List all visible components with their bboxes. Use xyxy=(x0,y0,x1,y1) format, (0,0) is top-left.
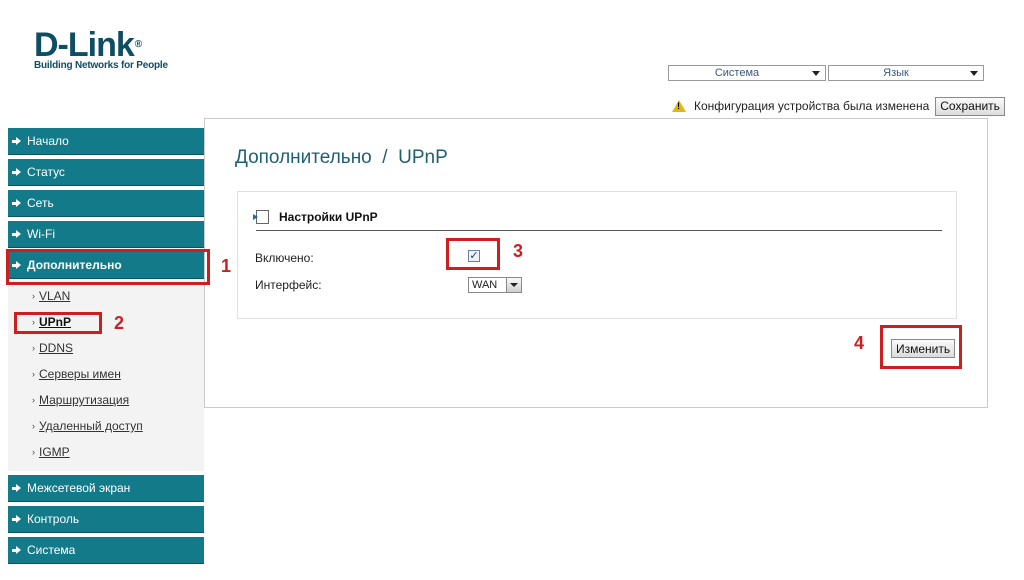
system-select[interactable]: Система xyxy=(668,65,826,81)
submenu-item-dns-servers[interactable]: › Серверы имен xyxy=(8,361,204,387)
sidebar-item-label: Начало xyxy=(27,134,69,148)
chevron-down-icon xyxy=(970,71,978,76)
sidebar-item-wifi[interactable]: Wi-Fi xyxy=(8,221,204,248)
submenu-item-remote-access[interactable]: › Удаленный доступ xyxy=(8,413,204,439)
notice-text: Конфигурация устройства была изменена xyxy=(694,99,930,113)
sidebar-item-network[interactable]: Сеть xyxy=(8,190,204,217)
sidebar-item-status[interactable]: Статус xyxy=(8,159,204,186)
sidebar-item-label: Контроль xyxy=(27,512,80,526)
submenu-item-igmp[interactable]: › IGMP xyxy=(8,439,204,465)
submenu-item-routing[interactable]: › Маршрутизация xyxy=(8,387,204,413)
arrow-right-icon xyxy=(12,199,21,207)
submenu-link[interactable]: Серверы имен xyxy=(39,367,121,381)
sidebar-item-home[interactable]: Начало xyxy=(8,128,204,155)
main-content: Дополнительно / UPnP Настройки UPnP Вклю… xyxy=(204,118,988,408)
logo-tagline: Building Networks for People xyxy=(34,60,168,71)
bullet-icon: › xyxy=(32,447,35,457)
arrow-right-icon xyxy=(12,484,21,492)
enabled-label: Включено: xyxy=(255,251,314,265)
submenu-item-vlan[interactable]: › VLAN xyxy=(8,283,204,309)
highlight-advanced xyxy=(6,249,210,285)
interface-select[interactable]: WAN xyxy=(468,277,522,293)
annotation-number-2: 2 xyxy=(114,313,125,333)
bullet-icon: › xyxy=(32,343,35,353)
submenu-link[interactable]: VLAN xyxy=(39,289,70,303)
bullet-icon: › xyxy=(32,369,35,379)
sidebar-item-label: Wi-Fi xyxy=(27,227,55,241)
highlight-checkbox xyxy=(446,238,500,270)
bullet-icon: › xyxy=(32,395,35,405)
chevron-down-icon xyxy=(812,71,820,76)
annotation-number-1: 1 xyxy=(221,256,232,276)
highlight-upnp xyxy=(14,312,102,334)
save-button[interactable]: Сохранить xyxy=(935,96,1005,116)
interface-label: Интерфейс: xyxy=(255,278,322,292)
highlight-change-button xyxy=(880,325,962,369)
interface-select-value: WAN xyxy=(472,279,498,291)
sidebar: Начало Статус Сеть Wi-Fi Дополнительно ›… xyxy=(8,128,204,568)
bullet-icon: › xyxy=(32,291,35,301)
submenu-link[interactable]: DDNS xyxy=(39,341,73,355)
page-title: Дополнительно / UPnP xyxy=(235,147,448,168)
warning-icon xyxy=(672,100,686,112)
bullet-icon: › xyxy=(32,421,35,431)
upnp-settings-panel: Настройки UPnP Включено: ✓ Интерфейс: WA… xyxy=(237,191,957,319)
panel-divider xyxy=(256,230,942,231)
arrow-right-icon xyxy=(12,546,21,554)
sidebar-item-label: Статус xyxy=(27,165,65,179)
arrow-right-icon xyxy=(12,515,21,523)
system-select-value: Система xyxy=(714,67,760,79)
sidebar-item-control[interactable]: Контроль xyxy=(8,506,204,533)
settings-page-icon xyxy=(253,210,269,224)
sidebar-item-label: Система xyxy=(27,543,76,557)
dlink-logo: D-Link® Building Networks for People xyxy=(34,28,168,71)
sidebar-item-label: Сеть xyxy=(27,196,54,210)
submenu-link[interactable]: Удаленный доступ xyxy=(39,419,143,433)
language-select[interactable]: Язык xyxy=(828,65,984,81)
advanced-submenu: › VLAN › UPnP › DDNS › Серверы имен › Маршрут… xyxy=(8,279,204,471)
language-select-value: Язык xyxy=(883,67,909,79)
submenu-item-ddns[interactable]: › DDNS xyxy=(8,335,204,361)
config-changed-notice: Конфигурация устройства была изменена Со… xyxy=(672,96,1005,116)
annotation-number-4: 4 xyxy=(854,333,865,353)
sidebar-item-firewall[interactable]: Межсетевой экран xyxy=(8,475,204,502)
logo-text: D-Link xyxy=(34,26,135,64)
arrow-right-icon xyxy=(12,137,21,145)
submenu-link[interactable]: Маршрутизация xyxy=(39,393,129,407)
annotation-number-3: 3 xyxy=(513,241,524,261)
chevron-down-icon xyxy=(506,278,521,292)
arrow-right-icon xyxy=(12,168,21,176)
arrow-right-icon xyxy=(12,230,21,238)
panel-header: Настройки UPnP xyxy=(253,210,378,224)
sidebar-item-system[interactable]: Система xyxy=(8,537,204,564)
sidebar-item-label: Межсетевой экран xyxy=(27,481,131,495)
panel-title: Настройки UPnP xyxy=(279,210,378,224)
submenu-link[interactable]: IGMP xyxy=(39,445,70,459)
registered-mark: ® xyxy=(134,39,142,50)
